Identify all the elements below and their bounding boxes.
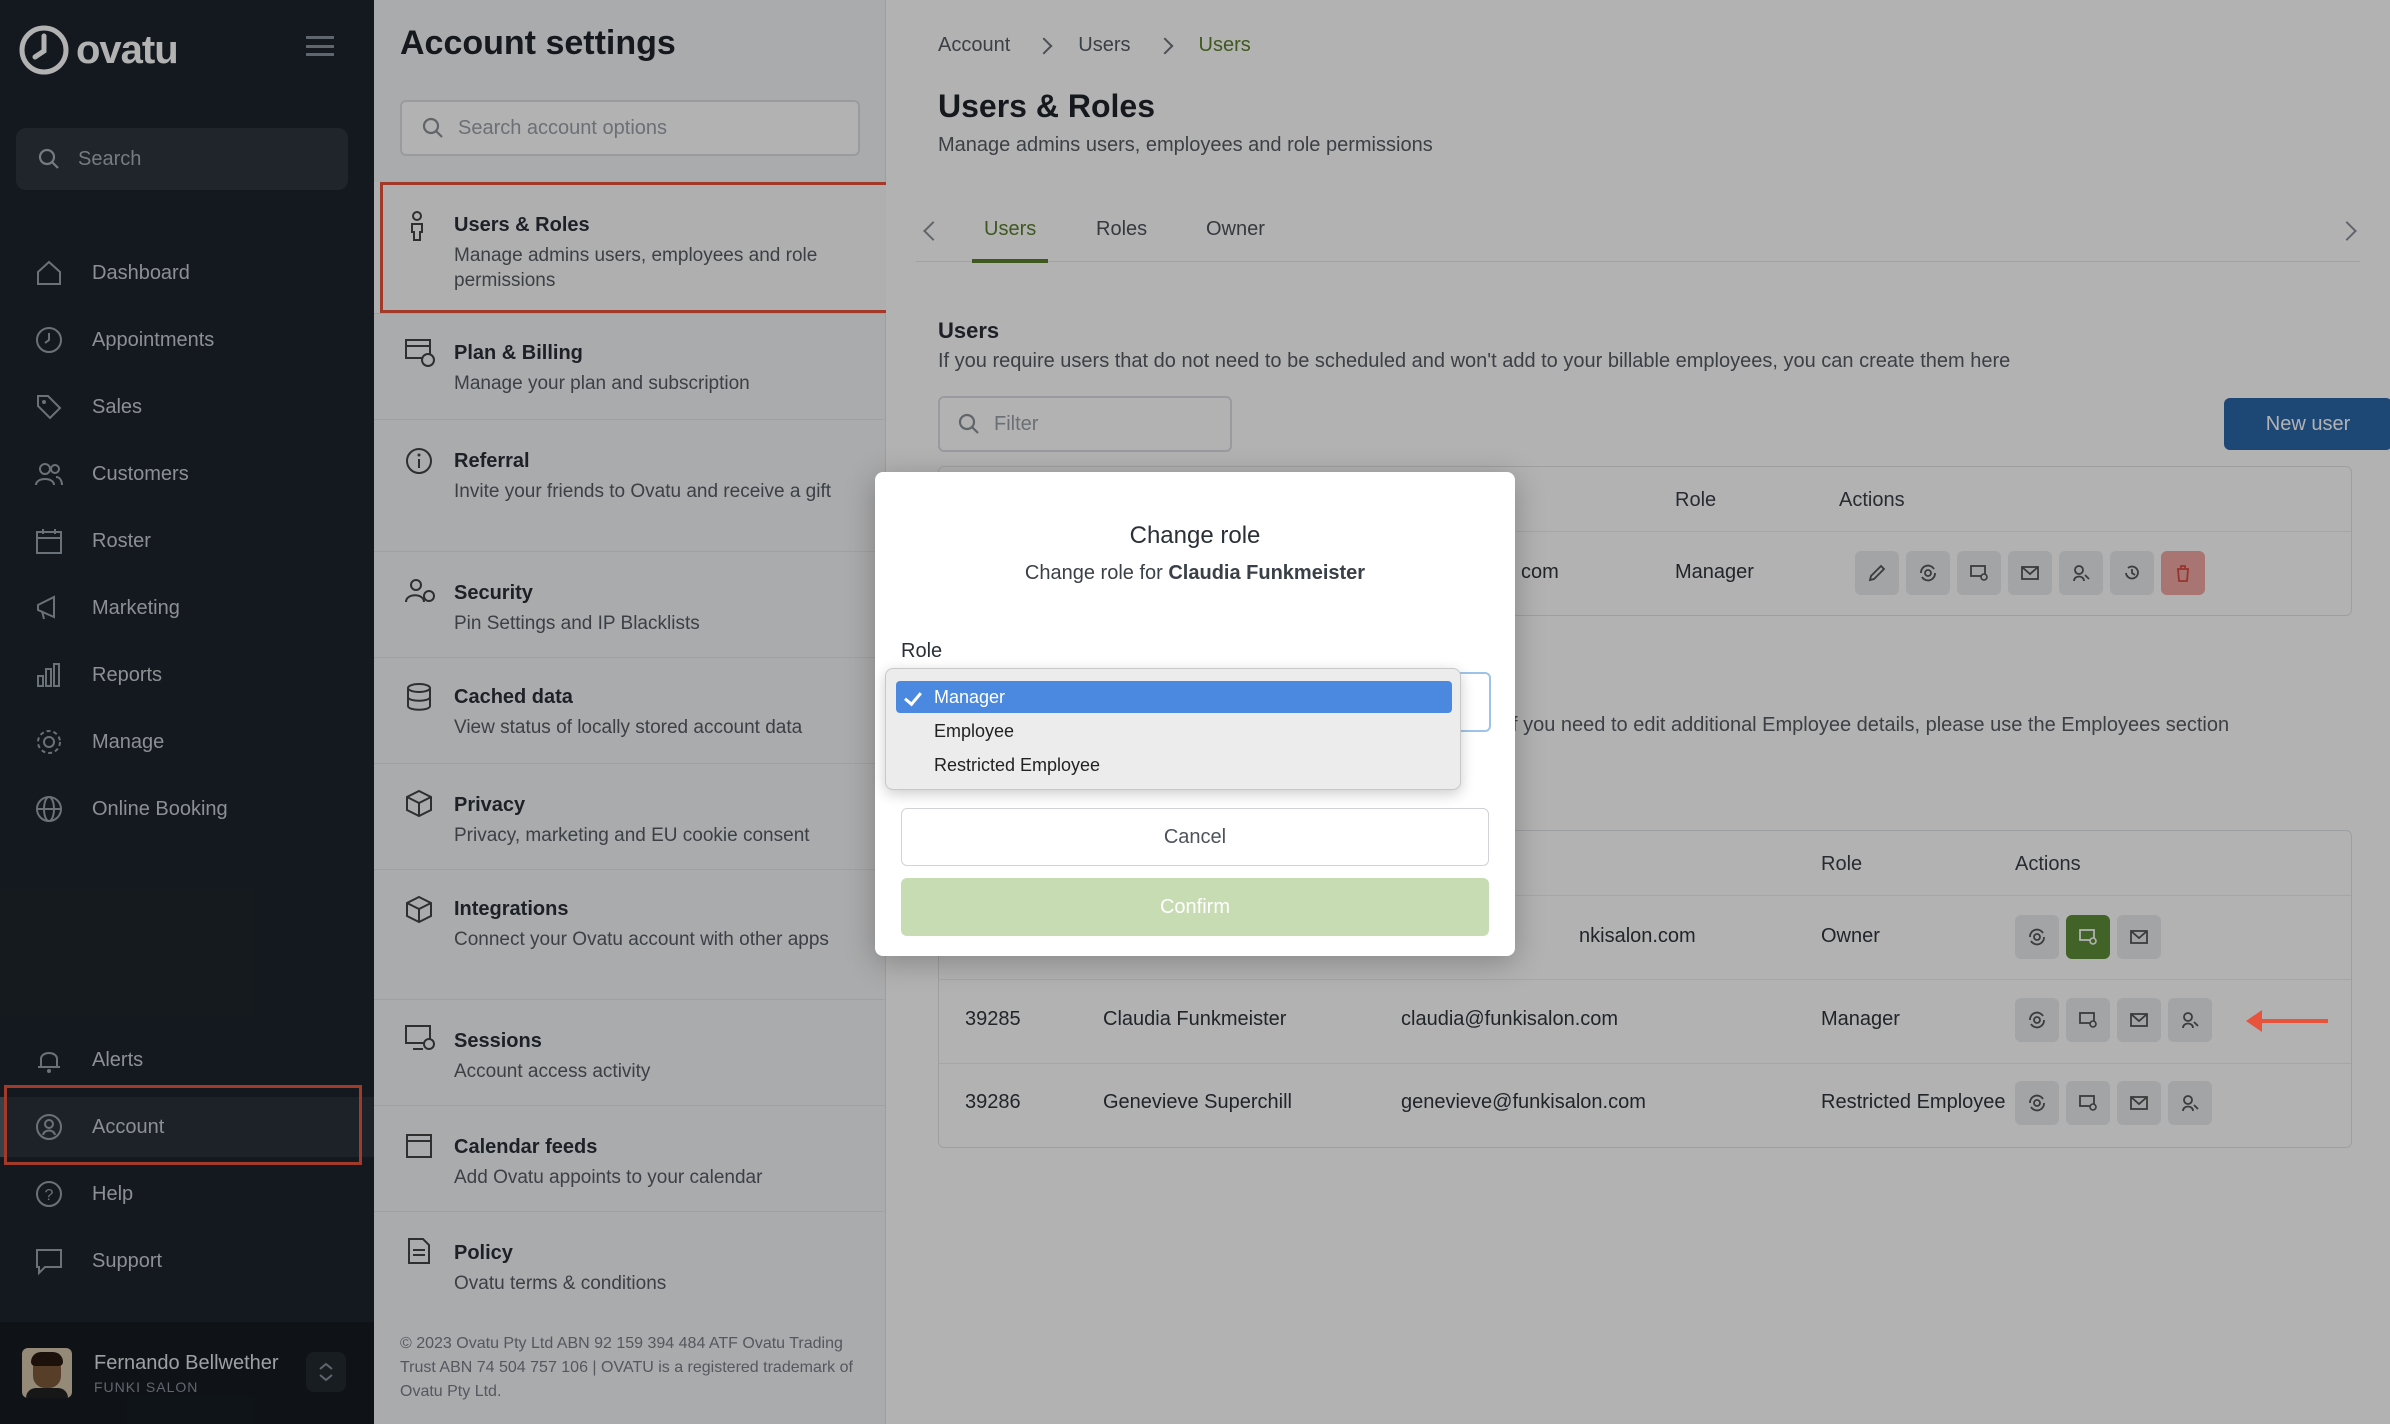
- modal-subtitle-name: Claudia Funkmeister: [1168, 562, 1366, 584]
- modal-title: Change role: [1129, 522, 1261, 549]
- role-option-employee[interactable]: Employee: [896, 715, 1452, 747]
- modal-subtitle: Change role for Claudia Funkmeister: [875, 562, 1515, 585]
- role-option-manager[interactable]: Manager: [896, 681, 1452, 713]
- role-option-restricted-employee[interactable]: Restricted Employee: [896, 749, 1452, 781]
- cancel-button[interactable]: Cancel: [901, 808, 1489, 866]
- modal-subtitle-prefix: Change role for: [1024, 562, 1163, 584]
- role-dropdown-list: Manager Employee Restricted Employee: [885, 668, 1461, 790]
- role-option-label: Restricted Employee: [934, 754, 1101, 775]
- confirm-button[interactable]: Confirm: [901, 878, 1489, 936]
- annotation-arrow-icon: [2246, 1010, 2328, 1032]
- change-role-modal: Change role Change role for Claudia Funk…: [875, 472, 1515, 956]
- checkmark-icon: [904, 687, 922, 707]
- role-option-label: Manager: [934, 686, 1006, 707]
- role-label: Role: [901, 640, 943, 662]
- role-option-label: Employee: [934, 720, 1015, 741]
